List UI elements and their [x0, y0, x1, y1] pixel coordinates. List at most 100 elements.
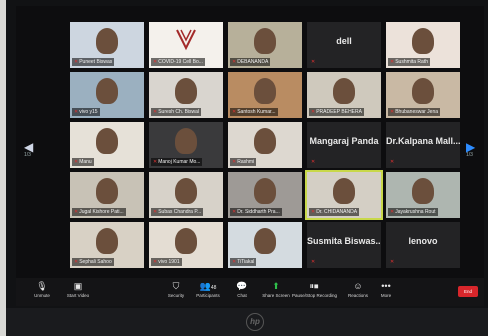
participant-face: [175, 228, 197, 254]
participant-display-name: Mangaraj Panda: [309, 136, 379, 146]
participant-face: [175, 78, 197, 104]
video-off-icon: ▣: [73, 281, 83, 291]
participant-name-text: Manoj Kumar Mo...: [158, 159, 201, 165]
participant-display-name: lenovo: [408, 236, 438, 246]
participant-tile[interactable]: Mangaraj Panda ✕: [307, 122, 381, 168]
participant-tile[interactable]: ✕Jugal Kishore Pati...: [70, 172, 144, 218]
participant-face: [96, 128, 118, 154]
participant-tile[interactable]: ✕Dr. CHIDANANDA: [305, 170, 383, 220]
participant-name-label: ✕vivo y15: [72, 108, 100, 116]
participant-name-text: Subas Chandra P...: [158, 209, 202, 215]
participant-tile[interactable]: Dr.Kalpana Mall... ✕: [386, 122, 460, 168]
participant-name-text: PRADEEP BEHERA: [316, 109, 362, 115]
participant-name-text: Suresh Ch. Biswal: [158, 109, 200, 115]
muted-mic-icon: ✕: [232, 259, 237, 265]
participant-name-text: Manu: [79, 159, 92, 165]
participant-name-text: COVID-19 Cell Bo...: [158, 59, 203, 65]
participant-tile[interactable]: ✕Sushmita Rath: [386, 22, 460, 68]
participant-tile[interactable]: ✕Suresh Ch. Biswal: [149, 72, 223, 118]
participant-face: [96, 178, 118, 204]
participant-display-name: Susmita Biswas...: [307, 236, 381, 246]
more-dots-icon: •••: [381, 281, 391, 291]
participant-name-text: Dr. Siddharth Pra...: [237, 209, 280, 215]
participant-tile[interactable]: ✕vivo 1901: [149, 222, 223, 268]
participant-name-text: Jayakrushna Rout: [395, 209, 436, 215]
muted-mic-icon: ✕: [390, 209, 395, 215]
muted-mic-icon: ✕: [153, 259, 158, 265]
muted-mic-icon: ✕: [390, 259, 395, 265]
participant-name-label: ✕PRADEEP BEHERA: [309, 108, 364, 116]
muted-mic-icon: ✕: [232, 59, 237, 65]
meeting-toolbar: 🎙 Unmute ▣ Start Video ⛉ Security 👥48 Pa…: [16, 278, 484, 306]
participant-face: [175, 178, 197, 204]
participant-name-text: Bhubaneswar Jena: [395, 109, 439, 115]
muted-mic-icon: ✕: [74, 109, 79, 115]
muted-mic-icon: ✕: [232, 109, 237, 115]
muted-mic-icon: ✕: [232, 159, 237, 165]
participant-name-label: ✕DEBANANDA: [230, 58, 271, 66]
participant-name-label: ✕Bhubaneswar Jena: [388, 108, 441, 116]
muted-mic-icon: ✕: [390, 59, 395, 65]
muted-mic-icon: ✕: [311, 159, 316, 165]
participant-tile[interactable]: lenovo ✕: [386, 222, 460, 268]
muted-mic-icon: ✕: [74, 159, 79, 165]
muted-mic-icon: ✕: [74, 209, 79, 215]
page-indicator-right: 1/3: [466, 152, 473, 158]
participant-display-name: Dr.Kalpana Mall...: [386, 136, 460, 146]
participant-face: [254, 128, 276, 154]
participant-face: [412, 28, 434, 54]
muted-mic-icon: ✕: [390, 109, 395, 115]
participant-tile[interactable]: ✕TiTiakal: [228, 222, 302, 268]
organization-logo: [175, 28, 197, 54]
participant-tile[interactable]: ✕Manu: [70, 122, 144, 168]
participant-tile[interactable]: ✕Subas Chandra P...: [149, 172, 223, 218]
participant-tile[interactable]: ✕vivo y15: [70, 72, 144, 118]
participant-name-label: ✕Jayakrushna Rout: [388, 208, 438, 216]
participant-face: [254, 178, 276, 204]
muted-mic-icon: ✕: [74, 259, 79, 265]
participant-name-text: Santosh Kumar...: [237, 109, 276, 115]
participant-tile[interactable]: ✕PRADEEP BEHERA: [307, 72, 381, 118]
participant-tile[interactable]: dell ✕: [307, 22, 381, 68]
participant-name-label: ✕Rashmi: [230, 158, 257, 166]
participant-name-label: ✕vivo 1901: [151, 258, 182, 266]
more-button[interactable]: ••• More: [364, 281, 408, 298]
pause-stop-recording-button[interactable]: ⏸⏹ Pause/Stop Recording: [292, 281, 337, 298]
participant-name-label: ✕Subas Chandra P...: [151, 208, 204, 216]
muted-mic-icon: ✕: [232, 209, 237, 215]
participant-face: [333, 78, 355, 104]
participant-tile[interactable]: ✕Bhubaneswar Jena: [386, 72, 460, 118]
participant-face: [412, 78, 434, 104]
participant-tile[interactable]: ✕DEBANANDA: [228, 22, 302, 68]
participant-tile[interactable]: ✕Rashmi: [228, 122, 302, 168]
participant-name-label: ✕Manu: [72, 158, 94, 166]
muted-mic-icon: ✕: [153, 159, 158, 165]
participant-name-text: Sushmita Rath: [395, 59, 428, 65]
muted-mic-icon: ✕: [311, 59, 316, 65]
participant-tile[interactable]: ✕COVID-19 Cell Bo...: [149, 22, 223, 68]
monitor-bezel: hp: [6, 308, 488, 336]
participant-name-label: ✕Jugal Kishore Pati...: [72, 208, 126, 216]
participant-tile[interactable]: ✕Puneet Biswas: [70, 22, 144, 68]
muted-mic-icon: ✕: [153, 59, 158, 65]
participant-name-text: DEBANANDA: [237, 59, 269, 65]
participant-face: [96, 28, 118, 54]
participant-name-text: Rashmi: [237, 159, 255, 165]
participant-name-label: ✕Sephali Sahoo: [72, 258, 114, 266]
participant-tile[interactable]: ✕Dr. Siddharth Pra...: [228, 172, 302, 218]
start-video-button[interactable]: ▣ Start Video: [56, 281, 100, 298]
participant-face: [96, 228, 118, 254]
participant-tile[interactable]: ✕Jayakrushna Rout: [386, 172, 460, 218]
participant-tile[interactable]: ✕Manoj Kumar Mo...: [149, 122, 223, 168]
participant-tile[interactable]: ✕Sephali Sahoo: [70, 222, 144, 268]
participant-face: [175, 128, 197, 154]
participant-name-text: vivo y15: [79, 109, 98, 115]
participant-name-label: ✕Dr. CHIDANANDA: [309, 208, 360, 216]
muted-mic-icon: ✕: [74, 59, 79, 65]
end-meeting-button[interactable]: End: [458, 286, 478, 297]
participant-tile[interactable]: ✕Santosh Kumar...: [228, 72, 302, 118]
participant-face: [333, 178, 355, 204]
participant-tile[interactable]: Susmita Biswas... ✕: [307, 222, 381, 268]
participant-name-label: ✕Sushmita Rath: [388, 58, 430, 66]
muted-mic-icon: ✕: [153, 109, 158, 115]
